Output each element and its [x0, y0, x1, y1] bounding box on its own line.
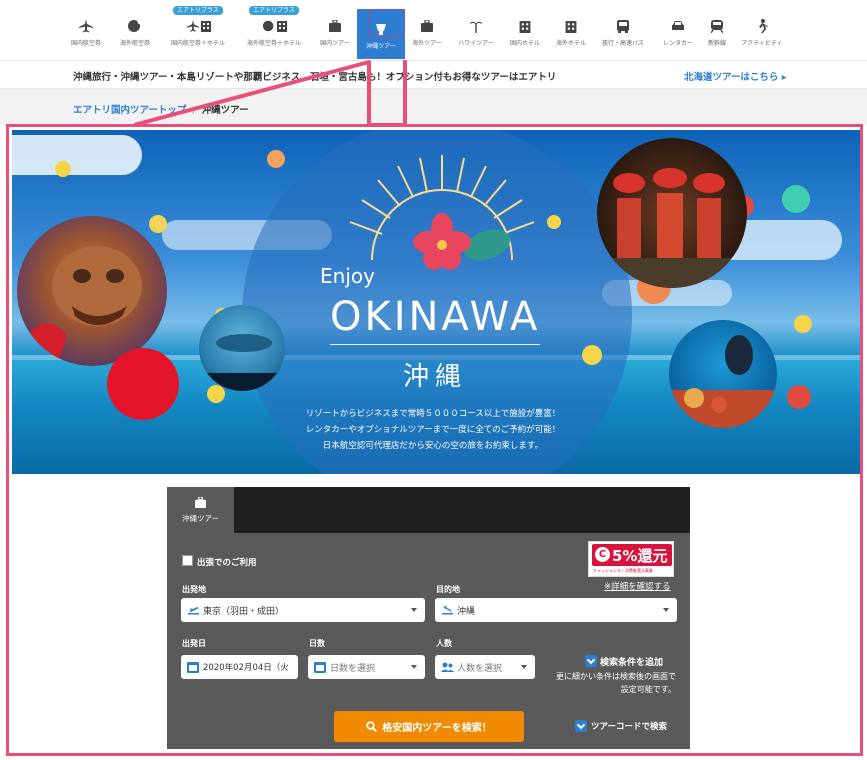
nav-item-domestic-flight[interactable]: 国内航空券	[66, 6, 106, 58]
nav-item-activity[interactable]: アクティビティ	[736, 6, 788, 58]
suitcase-icon	[421, 18, 433, 34]
hokkaido-tour-link[interactable]: 北海道ツアーはこちら ▸	[684, 69, 787, 83]
info-bar: 沖縄旅行・沖縄ツアー・本島リゾートや那覇ビジネス、石垣・宮古島も！オプション付も…	[0, 60, 867, 89]
breadcrumb-home-link[interactable]: エアトリ国内ツアートップ	[73, 105, 186, 116]
globe-plane-icon	[127, 18, 143, 34]
train-icon	[711, 18, 723, 34]
airtrip-plus-badge: エアトリプラス	[173, 6, 223, 15]
breadcrumb-current: 沖縄ツアー	[201, 105, 249, 116]
suitcase-icon	[329, 18, 341, 34]
breadcrumb-separator: /	[192, 105, 196, 116]
airtrip-plus-badge: エアトリプラス	[249, 6, 299, 15]
nav-item-intl-flight[interactable]: 海外航空券	[114, 6, 156, 58]
nav-item-rental-car[interactable]: レンタカー	[655, 6, 701, 58]
globe-hotel-icon	[262, 18, 287, 34]
nav-item-bus[interactable]: 夜行・高速バス	[597, 6, 649, 58]
nav-item-domestic-hotel[interactable]: 国内ホテル	[504, 6, 546, 58]
nav-item-domestic-flight-hotel[interactable]: エアトリプラス 国内航空券＋ホテル	[164, 6, 232, 58]
bus-icon	[617, 18, 629, 34]
nav-item-domestic-tour[interactable]: 国内ツアー	[314, 6, 356, 58]
nav-item-hawaii-tour[interactable]: ハワイツアー	[452, 6, 500, 58]
building-icon	[565, 18, 577, 34]
breadcrumb: エアトリ国内ツアートップ / 沖縄ツアー	[73, 102, 249, 116]
highlight-frame	[6, 124, 863, 756]
nav-item-intl-flight-hotel[interactable]: エアトリプラス 海外航空券＋ホテル	[238, 6, 310, 58]
plane-hotel-icon	[186, 18, 211, 34]
palm-tree-icon	[469, 18, 483, 34]
nav-highlight-dashed-box	[369, 9, 405, 37]
nav-item-shinkansen[interactable]: 新幹線	[702, 6, 732, 58]
activity-icon	[756, 18, 768, 34]
building-icon	[519, 18, 531, 34]
car-icon	[671, 18, 685, 34]
nav-item-intl-tour[interactable]: 海外ツアー	[405, 6, 449, 58]
nav-item-intl-hotel[interactable]: 海外ホテル	[550, 6, 592, 58]
info-message: 沖縄旅行・沖縄ツアー・本島リゾートや那覇ビジネス、石垣・宮古島も！オプション付も…	[73, 72, 557, 83]
plane-icon	[78, 18, 94, 34]
breadcrumb-bar: エアトリ国内ツアートップ / 沖縄ツアー	[0, 89, 867, 125]
global-nav: 国内航空券 海外航空券 エアトリプラス 国内航空券＋ホテル エアトリプラス 海外…	[0, 0, 867, 60]
